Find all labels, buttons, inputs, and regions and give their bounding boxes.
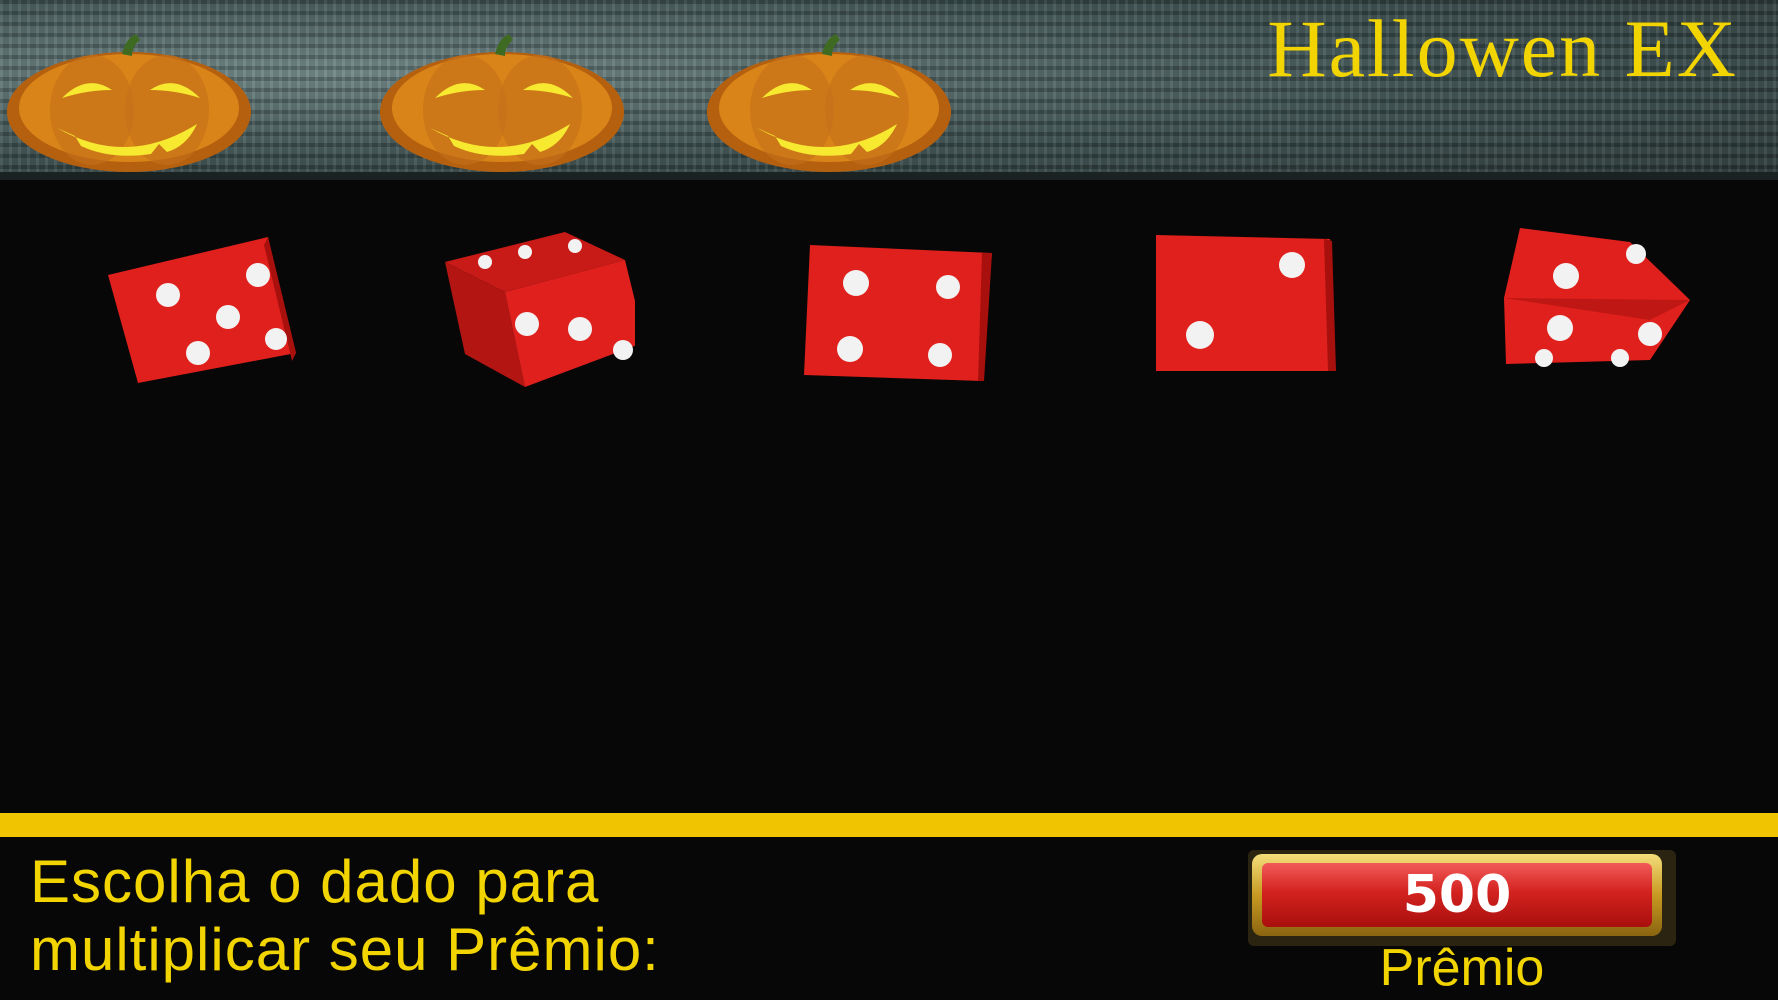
- footer-divider: [0, 813, 1778, 837]
- pumpkin-icon: [702, 28, 957, 178]
- game-screen: Hallowen EX Escolha o dado para multipli…: [0, 0, 1778, 1000]
- prize-value-panel: 500: [1262, 863, 1652, 927]
- instruction-text: Escolha o dado para multiplicar seu Prêm…: [30, 848, 1130, 984]
- header-banner: Hallowen EX: [0, 0, 1778, 180]
- instruction-line-1: Escolha o dado para: [30, 848, 600, 915]
- die-2[interactable]: [445, 232, 635, 412]
- pumpkin-icon: [375, 28, 630, 178]
- prize-display: 500: [1248, 850, 1676, 946]
- dice-row: [0, 220, 1778, 420]
- prize-frame: 500: [1252, 854, 1662, 936]
- die-1[interactable]: [108, 235, 298, 415]
- prize-label: Prêmio: [1379, 939, 1545, 997]
- die-4[interactable]: [1152, 235, 1342, 415]
- instruction-line-2: multiplicar seu Prêmio:: [30, 916, 660, 983]
- die-3[interactable]: [802, 245, 992, 425]
- pumpkin-icon: [2, 28, 257, 178]
- prize-value: 500: [1402, 865, 1512, 925]
- die-5[interactable]: [1500, 228, 1690, 408]
- game-title: Hallowen EX: [1267, 3, 1738, 94]
